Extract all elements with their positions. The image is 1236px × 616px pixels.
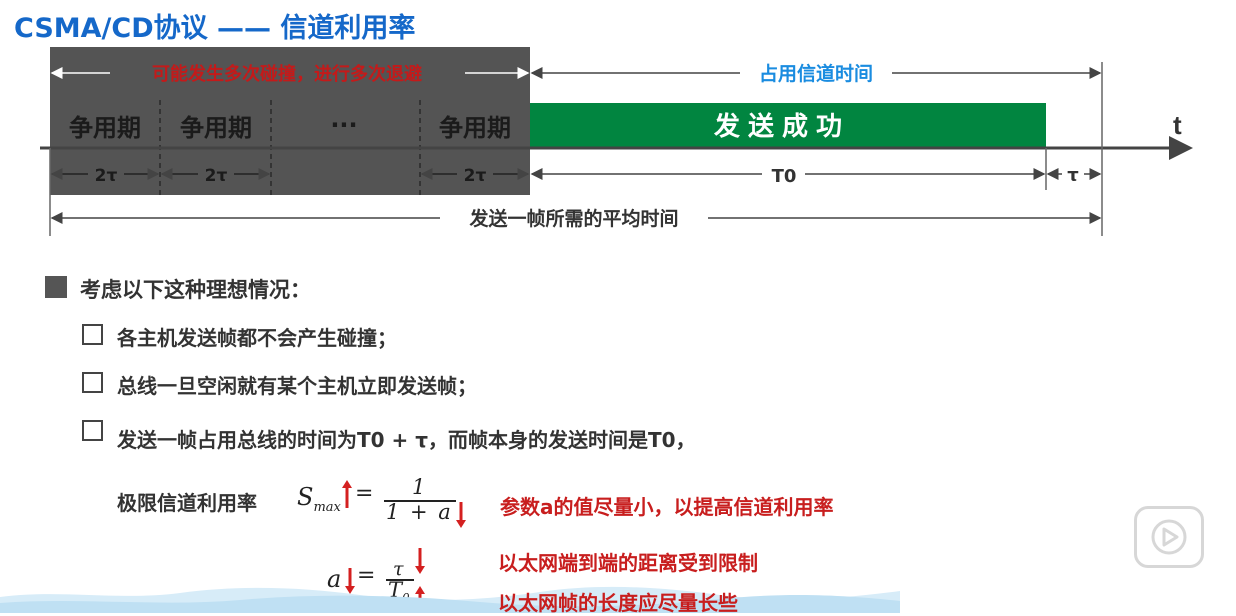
down-arrow-icon [456, 502, 466, 528]
success-label: 发送成功 [713, 111, 850, 142]
T0-label: T0 [772, 166, 797, 187]
list-item: 总线一旦空闲就有某个主机立即发送帧； [117, 374, 477, 398]
two-tau-label-1: 2τ [95, 166, 118, 186]
checkbox-icon [82, 420, 103, 441]
decorative-wave [0, 586, 900, 613]
formula-max: max [313, 499, 341, 515]
formula-tau: τ [393, 558, 404, 580]
note-distance: 以太网端到端的距离受到限制 [498, 551, 758, 575]
video-watermark-icon [1134, 506, 1204, 568]
play-icon [1151, 519, 1187, 555]
t-axis-label: t [1173, 110, 1182, 140]
formula-S: S [297, 483, 314, 511]
section-heading: 考虑以下这种理想情况： [80, 278, 311, 302]
contention-label-1: 争用期 [69, 114, 141, 142]
note-frame: 以太网帧的长度应尽量长些 [498, 591, 738, 615]
up-arrow-icon [342, 480, 352, 508]
collision-label: 可能发生多次碰撞，进行多次退避 [152, 63, 422, 85]
occupy-label: 占用信道时间 [759, 62, 873, 85]
contention-label-3: 争用期 [439, 114, 511, 142]
checkbox-icon [82, 324, 103, 345]
list-item: 发送一帧占用总线的时间为T0 + τ，而帧本身的发送时间是T0， [117, 428, 696, 452]
limit-utilization-label: 极限信道利用率 [117, 491, 257, 515]
two-tau-label-3: 2τ [464, 166, 487, 186]
list-item: 各主机发送帧都不会产生碰撞； [117, 326, 397, 350]
formula-equals: = [355, 481, 374, 506]
avg-time-label: 发送一帧所需的平均时间 [468, 207, 678, 230]
note-a-small: 参数a的值尽量小，以提高信道利用率 [500, 495, 834, 519]
formula-S-max: Smax [297, 483, 341, 515]
down-arrow-icon [415, 548, 425, 574]
heading-bullet [45, 276, 67, 298]
two-tau-label-2: 2τ [205, 166, 228, 186]
checkbox-icon [82, 372, 103, 393]
formula-numerator: 1 [412, 475, 426, 499]
contention-ellipsis: ··· [330, 111, 357, 139]
contention-label-2: 争用期 [180, 114, 252, 142]
timing-diagram: t 可能发生多次碰撞，进行多次退避 占用信道时间 争用期 争用期 ··· 争用期… [40, 47, 1193, 236]
tau-label: τ [1067, 165, 1079, 186]
formula-denominator: 1 + a [386, 500, 453, 524]
